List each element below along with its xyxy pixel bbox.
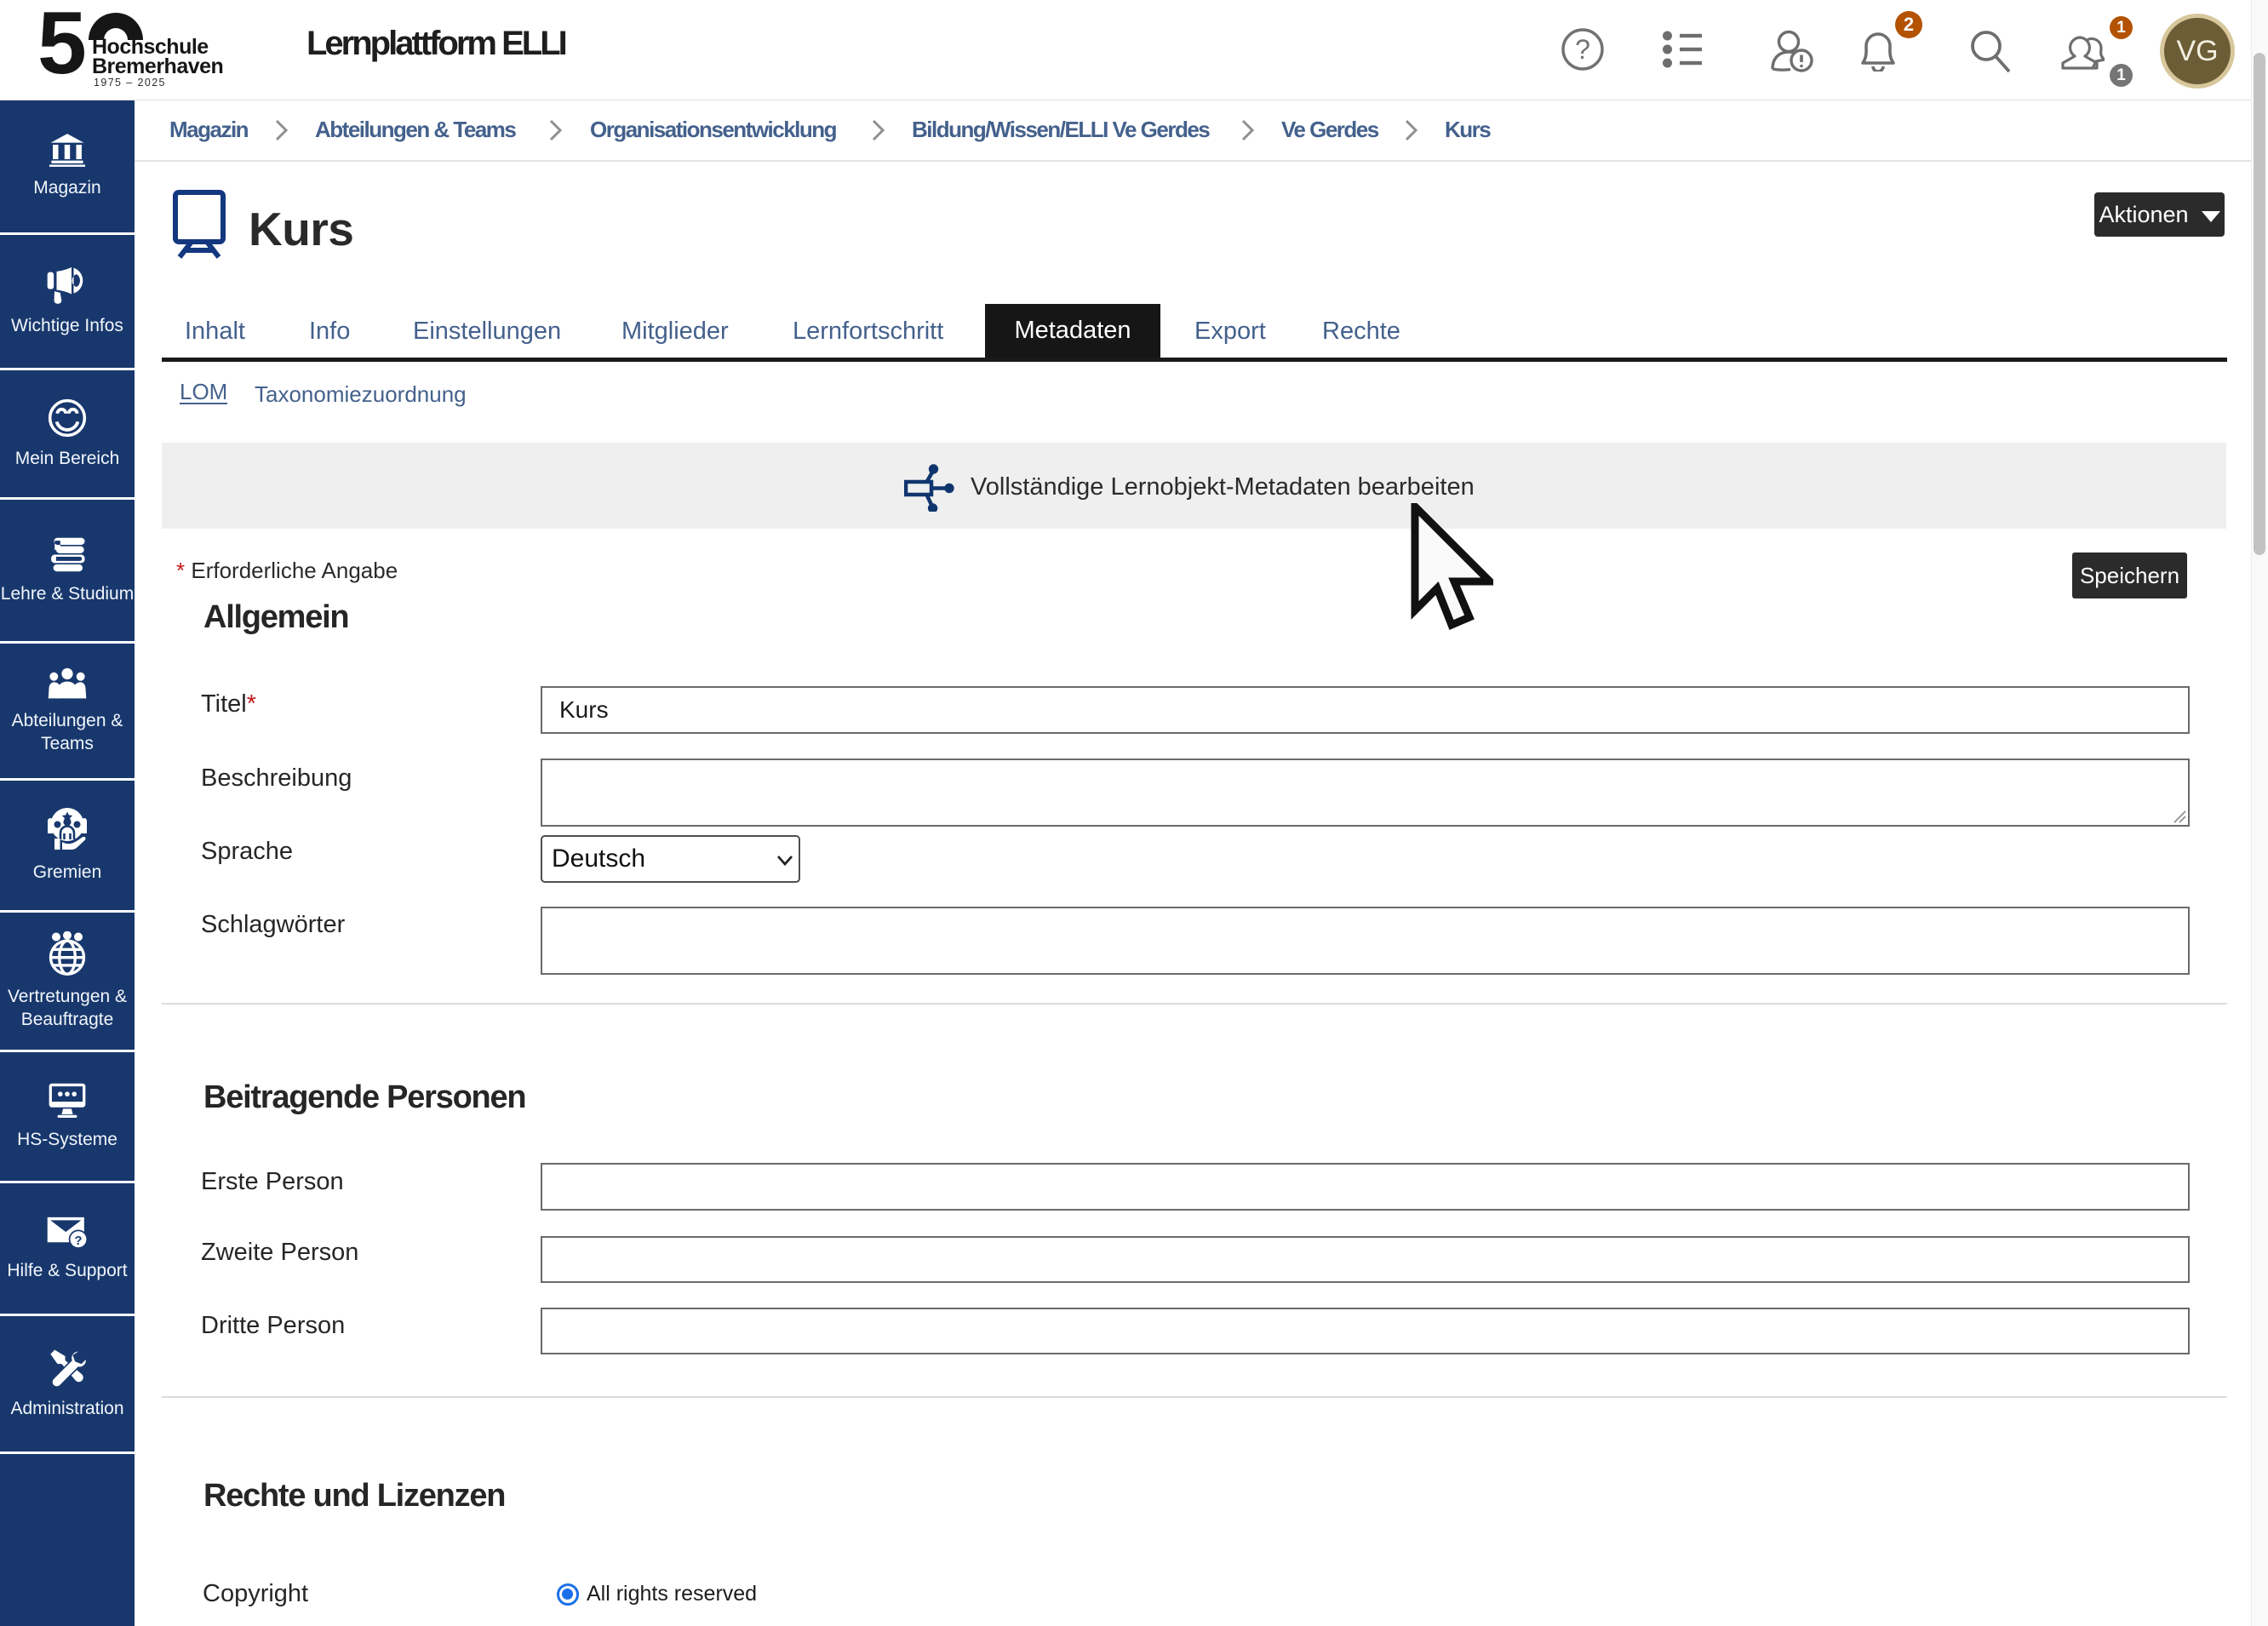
svg-text:?: ?: [74, 1234, 82, 1247]
svg-text:?: ?: [1575, 34, 1590, 65]
